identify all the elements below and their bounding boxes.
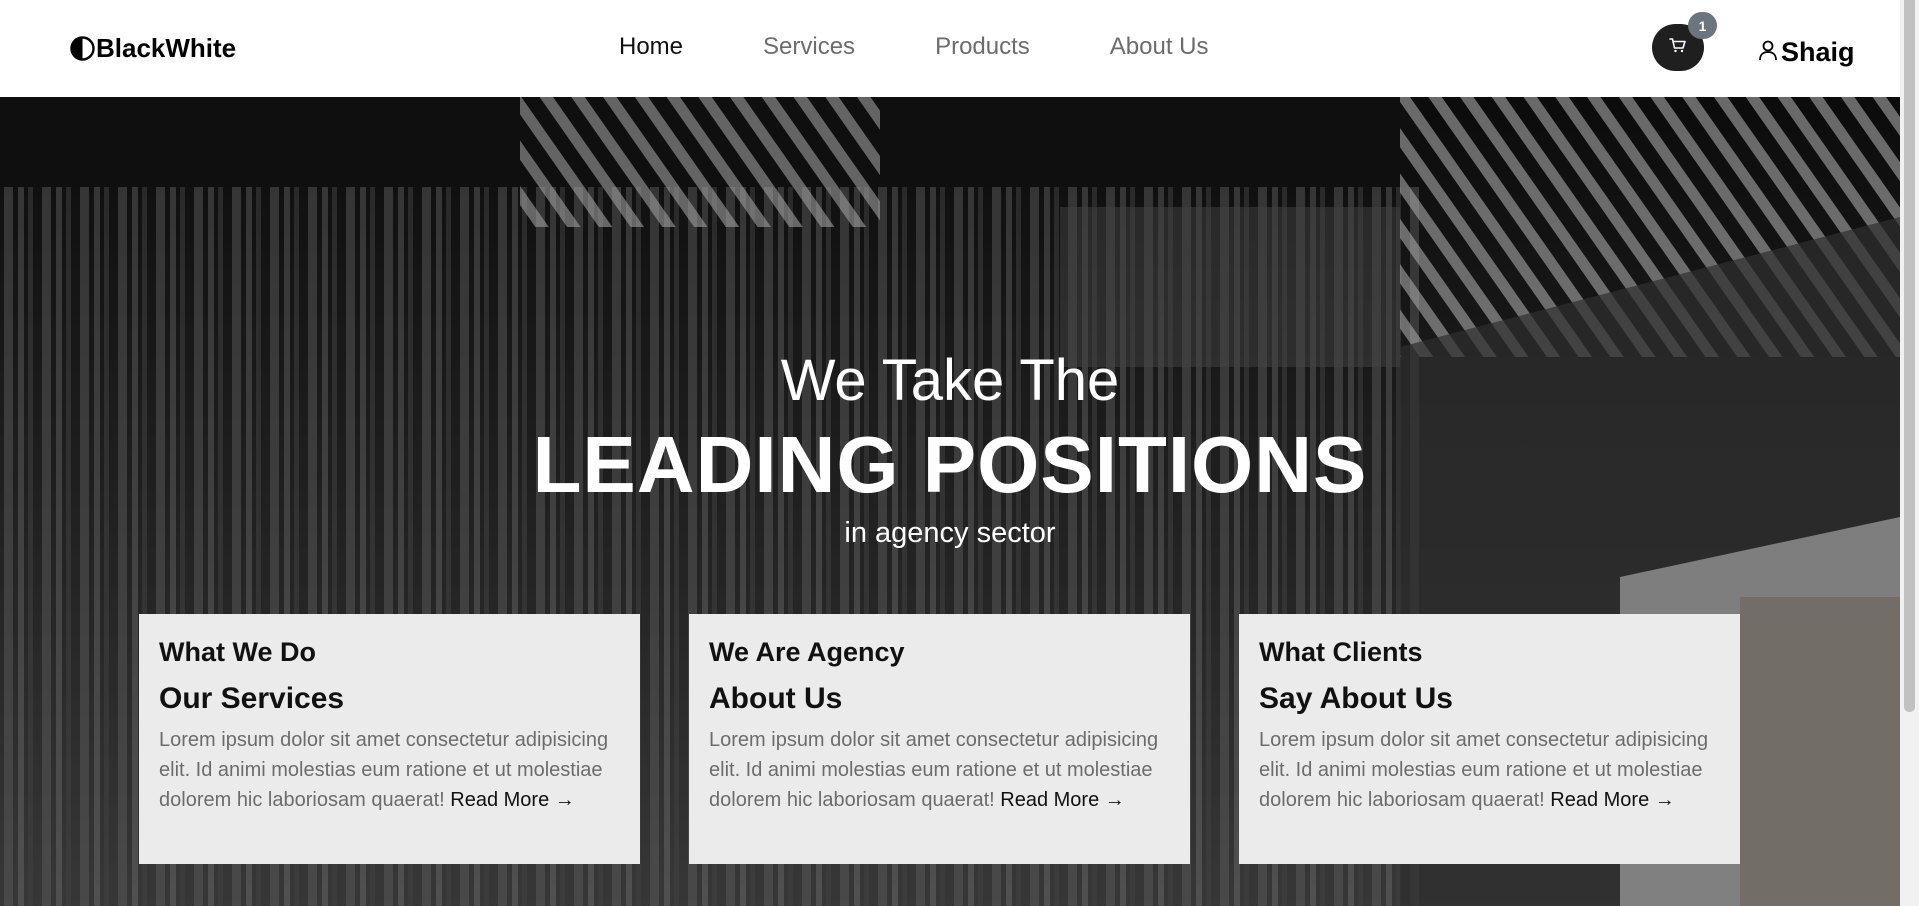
- read-more-link[interactable]: Read More →: [1000, 789, 1125, 811]
- cart-icon: [1669, 37, 1687, 58]
- user-menu[interactable]: Shaig: [1758, 37, 1855, 68]
- card-text: Lorem ipsum dolor sit amet consectetur a…: [159, 725, 620, 815]
- cart-count-badge: 1: [1688, 12, 1717, 39]
- hero-subheading: in agency sector: [844, 517, 1056, 549]
- page-scrollbar-thumb[interactable]: [1904, 0, 1915, 712]
- info-card-about: We Are Agency About Us Lorem ipsum dolor…: [689, 614, 1190, 864]
- card-title: Our Services: [159, 682, 345, 715]
- main-nav: Home Services Products About Us: [619, 33, 1209, 61]
- half-circle-icon: [70, 36, 95, 61]
- user-name: Shaig: [1781, 37, 1855, 67]
- brand-name: BlackWhite: [96, 33, 237, 63]
- hero-heading-line1: We Take The: [780, 348, 1120, 413]
- nav-services[interactable]: Services: [763, 33, 855, 61]
- info-card-testimonials: What Clients Say About Us Lorem ipsum do…: [1239, 614, 1740, 864]
- card-kicker: What We Do: [159, 637, 316, 667]
- read-more-link[interactable]: Read More →: [450, 789, 575, 811]
- card-title: About Us: [709, 682, 843, 715]
- nav-home[interactable]: Home: [619, 33, 683, 61]
- page: BlackWhite Home Services Products About …: [0, 0, 1919, 906]
- brand-logo[interactable]: BlackWhite: [70, 33, 236, 64]
- read-more-link[interactable]: Read More →: [1550, 789, 1675, 811]
- info-card-services: What We Do Our Services Lorem ipsum dolo…: [139, 614, 640, 864]
- nav-about-us[interactable]: About Us: [1110, 33, 1209, 61]
- card-text: Lorem ipsum dolor sit amet consectetur a…: [709, 725, 1170, 815]
- nav-products[interactable]: Products: [935, 33, 1030, 61]
- hero-heading-line2: LEADING POSITIONS: [532, 420, 1368, 509]
- site-header: BlackWhite Home Services Products About …: [0, 0, 1900, 97]
- user-icon: [1758, 37, 1778, 68]
- card-title: Say About Us: [1259, 682, 1453, 715]
- card-kicker: We Are Agency: [709, 637, 905, 667]
- card-kicker: What Clients: [1259, 637, 1423, 667]
- card-text: Lorem ipsum dolor sit amet consectetur a…: [1259, 725, 1720, 815]
